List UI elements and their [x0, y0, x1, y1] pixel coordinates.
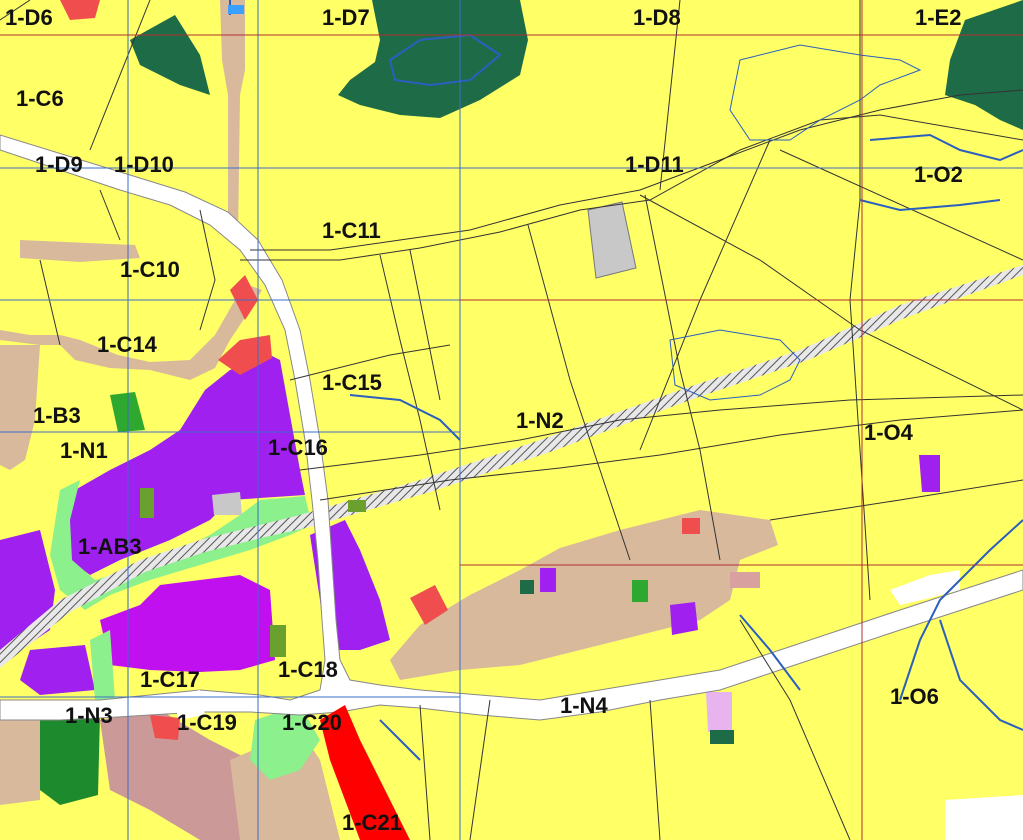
zone-label-c17: 1-C17	[140, 667, 200, 692]
zone-label-b3: 1-B3	[33, 403, 81, 428]
zone-label-n3: 1-N3	[65, 703, 113, 728]
zone-label-d11: 1-D11	[625, 152, 684, 177]
commercial-plot-o4	[919, 455, 940, 492]
water-basin-north	[228, 5, 244, 14]
zone-label-ab3: 1-AB3	[78, 534, 142, 559]
zone-label-o4: 1-O4	[864, 420, 914, 445]
service-plot-n4	[706, 692, 732, 732]
zone-label-c14: 1-C14	[97, 332, 158, 357]
commercial-area-n3	[20, 645, 95, 695]
zone-label-n2: 1-N2	[516, 408, 564, 433]
zone-label-e2: 1-E2	[915, 5, 961, 30]
zone-label-c20: 1-C20	[282, 710, 342, 735]
zone-label-o2: 1-O2	[914, 162, 963, 187]
commercial-plot-village	[670, 602, 698, 635]
zone-label-n1: 1-N1	[60, 438, 108, 463]
zone-label-c15: 1-C15	[322, 370, 382, 395]
zone-label-c10: 1-C10	[120, 257, 180, 282]
zone-label-n4: 1-N4	[560, 693, 608, 718]
residential-area-n3-west	[0, 720, 40, 805]
zone-label-d9: 1-D9	[35, 152, 83, 177]
zone-label-c11: 1-C11	[322, 218, 381, 243]
zone-label-d6: 1-D6	[5, 5, 53, 30]
zone-label-d10: 1-D10	[114, 152, 174, 177]
forest-area-n3	[40, 715, 100, 805]
zone-label-c16: 1-C16	[268, 435, 328, 460]
zone-label-c21: 1-C21	[342, 810, 402, 835]
road-corner-se	[945, 795, 1023, 840]
zone-label-d7: 1-D7	[322, 5, 370, 30]
zoning-map[interactable]: 1-D6 1-D7 1-D8 1-E2 1-C6 1-D9 1-D10 1-D1…	[0, 0, 1023, 840]
zone-label-c19: 1-C19	[177, 710, 237, 735]
zone-label-o6: 1-O6	[890, 684, 939, 709]
zone-label-c6: 1-C6	[16, 86, 64, 111]
grey-plot-ab3	[212, 492, 242, 515]
zoning-map-canvas: 1-D6 1-D7 1-D8 1-E2 1-C6 1-D9 1-D10 1-D1…	[0, 0, 1023, 840]
zone-label-d8: 1-D8	[633, 5, 681, 30]
zone-label-c18: 1-C18	[278, 657, 338, 682]
